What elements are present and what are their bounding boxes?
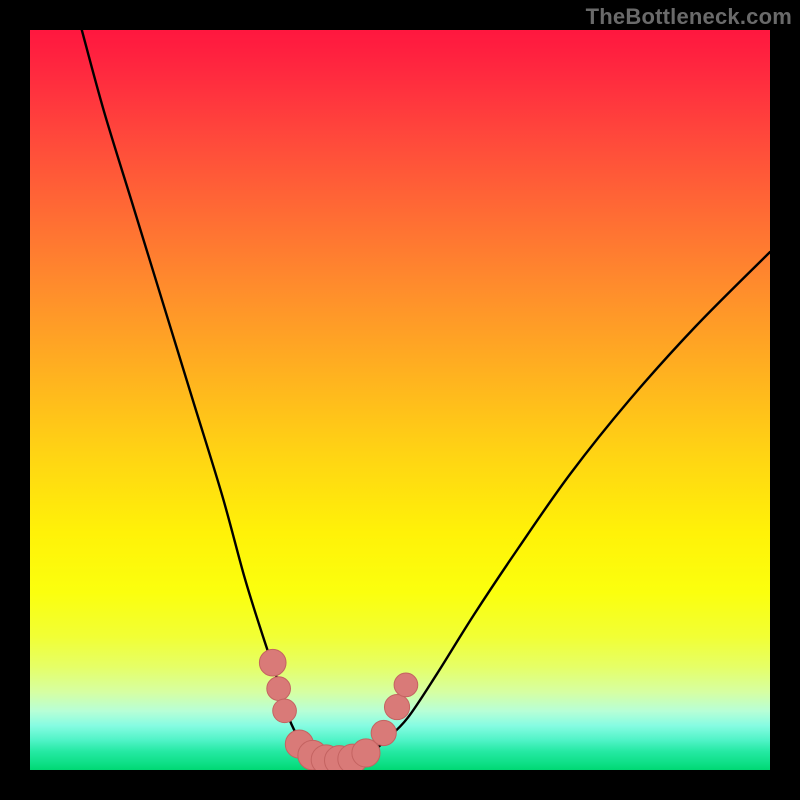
watermark-text: TheBottleneck.com [586,4,792,30]
plot-area [30,30,770,770]
canvas-frame: TheBottleneck.com [0,0,800,800]
heat-gradient-background [30,30,770,770]
